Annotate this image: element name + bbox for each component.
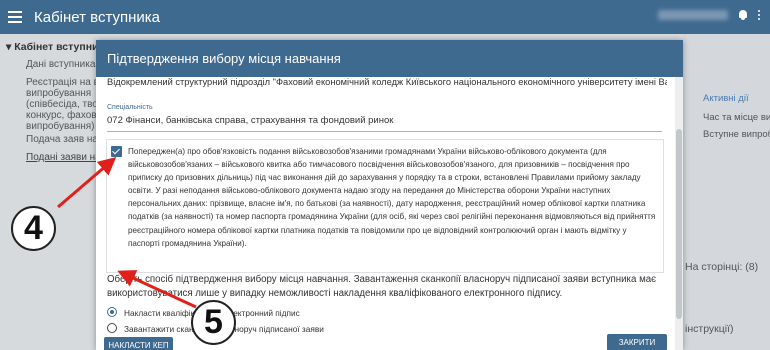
- step-5-badge: 5: [191, 300, 236, 345]
- arrow-to-checkbox: [57, 157, 117, 209]
- annotation-arrows: [57, 157, 197, 309]
- arrow-to-radio: [117, 270, 197, 309]
- step-4-badge: 4: [11, 206, 56, 251]
